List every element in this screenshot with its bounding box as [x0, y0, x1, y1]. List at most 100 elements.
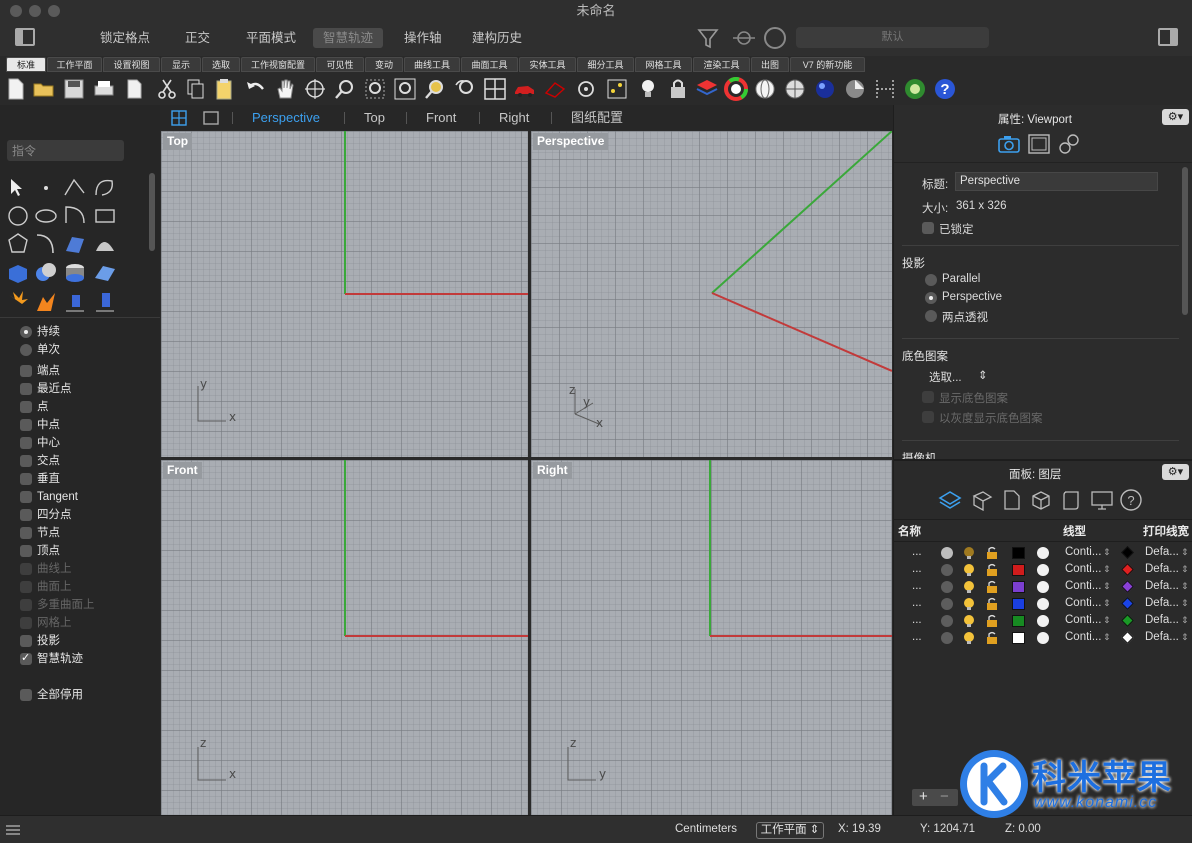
layer-name[interactable]: ... — [912, 629, 922, 646]
layer-printwidth[interactable]: Defa... — [1145, 561, 1179, 578]
properties-gear-icon[interactable]: ⚙▾ — [1162, 109, 1189, 125]
filter-icon[interactable] — [697, 27, 719, 49]
help-icon[interactable]: ? — [933, 77, 957, 101]
target-icon[interactable] — [764, 27, 786, 49]
history-toggle[interactable]: 建构历史 — [468, 28, 526, 48]
layer-printwidth[interactable]: Defa... — [1145, 544, 1179, 561]
layer-color-swatch[interactable] — [1012, 581, 1025, 593]
layer-printwidth[interactable]: Defa... — [1145, 595, 1179, 612]
tab-mesh-tools[interactable]: 网格工具 — [635, 57, 692, 72]
layer-material-dot[interactable] — [1037, 547, 1049, 559]
copy-icon[interactable] — [183, 77, 207, 101]
layer-printwidth[interactable]: Defa... — [1145, 629, 1179, 646]
tab-viewport-right[interactable]: Right — [499, 109, 529, 126]
unlock-icon[interactable] — [986, 580, 998, 594]
tab-v7-new[interactable]: V7 的新功能 — [790, 57, 865, 72]
unlock-icon[interactable] — [986, 631, 998, 645]
projection-parallel-radio[interactable] — [925, 274, 937, 286]
sphere-shaded-icon[interactable] — [783, 77, 807, 101]
layers-gear-icon[interactable]: ⚙▾ — [1162, 464, 1189, 480]
unlock-icon[interactable] — [986, 614, 998, 628]
color-wheel-icon[interactable] — [724, 77, 748, 101]
layer-linetype[interactable]: Conti... — [1065, 595, 1101, 612]
dimension-icon[interactable] — [873, 77, 897, 101]
zoom-window-button[interactable] — [48, 5, 60, 17]
split-icon[interactable] — [33, 289, 59, 315]
layer-color-swatch[interactable] — [1012, 615, 1025, 627]
extrude-icon[interactable] — [62, 260, 88, 286]
layer-name[interactable]: ... — [912, 612, 922, 629]
layer-linetype[interactable]: Conti... — [1065, 544, 1101, 561]
grasshopper-icon[interactable] — [903, 77, 927, 101]
close-window-button[interactable] — [10, 5, 22, 17]
display-mode-icon[interactable] — [1028, 134, 1050, 154]
undo-view-icon[interactable] — [453, 77, 477, 101]
box-solid-icon[interactable] — [5, 260, 31, 286]
print-color-icon[interactable] — [1121, 580, 1134, 593]
bulb-icon[interactable] — [962, 631, 976, 645]
sphere-rendered-icon[interactable] — [813, 77, 837, 101]
viewport-title-field[interactable]: Perspective — [955, 172, 1158, 191]
layer-name[interactable]: ... — [912, 578, 922, 595]
scroll-icon[interactable] — [1060, 489, 1082, 511]
fillet-curve-icon[interactable] — [33, 231, 59, 257]
osnap-icon[interactable] — [575, 77, 599, 101]
sphere-wire-icon[interactable] — [753, 77, 777, 101]
projection-twopoint-radio[interactable] — [925, 310, 937, 322]
bulb-icon[interactable] — [962, 546, 976, 560]
tab-subd-tools[interactable]: 细分工具 — [577, 57, 634, 72]
tab-viewport-top[interactable]: Top — [364, 109, 385, 126]
paste-icon[interactable] — [212, 77, 236, 101]
layer-material-dot[interactable] — [1037, 598, 1049, 610]
layer-linetype[interactable]: Conti... — [1065, 578, 1101, 595]
tab-curve-tools[interactable]: 曲线工具 — [404, 57, 460, 72]
snap-toggle[interactable]: 锁定格点 — [96, 28, 154, 48]
print-color-icon[interactable] — [1121, 614, 1134, 627]
car-render-icon[interactable] — [513, 77, 537, 101]
wireframe-display-icon[interactable] — [543, 77, 567, 101]
current-layer-select[interactable]: 默认 — [796, 27, 989, 48]
minimize-window-button[interactable] — [29, 5, 41, 17]
rectangle-icon[interactable] — [92, 203, 118, 229]
gumball-toggle[interactable]: 操作轴 — [400, 28, 446, 48]
layer-name[interactable]: ... — [912, 544, 922, 561]
layer-row[interactable]: ... Conti... ⇕ Defa... ⇕ — [894, 595, 1192, 612]
print-color-icon[interactable] — [1121, 631, 1134, 644]
projection-perspective-radio[interactable] — [925, 292, 937, 304]
tab-standard[interactable]: 标准 — [6, 57, 46, 72]
ortho-toggle[interactable]: 正交 — [181, 28, 214, 48]
add-layer-button[interactable]: + — [919, 788, 928, 805]
surface-icon[interactable] — [62, 231, 88, 257]
print-color-icon[interactable] — [1121, 597, 1134, 610]
zoom-selected-icon[interactable] — [423, 77, 447, 101]
tab-select[interactable]: 选取 — [202, 57, 240, 72]
camera-icon[interactable] — [998, 135, 1020, 153]
cut-icon[interactable] — [155, 77, 179, 101]
tab-cplanes[interactable]: 工作平面 — [47, 57, 102, 72]
save-icon[interactable] — [62, 77, 86, 101]
rotate-view-icon[interactable] — [303, 77, 327, 101]
viewport-label[interactable]: Front — [163, 462, 202, 479]
current-layer-indicator[interactable] — [941, 564, 953, 576]
layer-col-printwidth[interactable]: 打印线宽 — [1143, 523, 1189, 539]
unlock-icon[interactable] — [986, 597, 998, 611]
circle-icon[interactable] — [5, 203, 31, 229]
menu-lines-icon[interactable] — [6, 824, 20, 836]
select-points-icon[interactable] — [605, 77, 629, 101]
tab-drafting[interactable]: 出图 — [751, 57, 789, 72]
copy-object-icon[interactable] — [92, 289, 118, 315]
light-bulb-icon[interactable] — [636, 77, 660, 101]
layer-row[interactable]: ... Conti... ⇕ Defa... ⇕ — [894, 544, 1192, 561]
undo-icon[interactable] — [244, 77, 268, 101]
properties-scrollbar[interactable] — [1182, 167, 1188, 315]
zoom-window-icon[interactable] — [363, 77, 387, 101]
layer-row[interactable]: ... Conti... ⇕ Defa... ⇕ — [894, 629, 1192, 646]
four-view-layout-icon[interactable] — [171, 110, 187, 126]
wallpaper-select[interactable]: 选取... — [929, 369, 962, 385]
tool-palette-scrollbar[interactable] — [149, 173, 155, 251]
polyline-icon[interactable] — [62, 175, 88, 201]
tab-viewport-front[interactable]: Front — [426, 109, 456, 126]
viewport-right[interactable]: Right z y — [531, 460, 892, 815]
layer-material-dot[interactable] — [1037, 564, 1049, 576]
layer-linetype[interactable]: Conti... — [1065, 629, 1101, 646]
